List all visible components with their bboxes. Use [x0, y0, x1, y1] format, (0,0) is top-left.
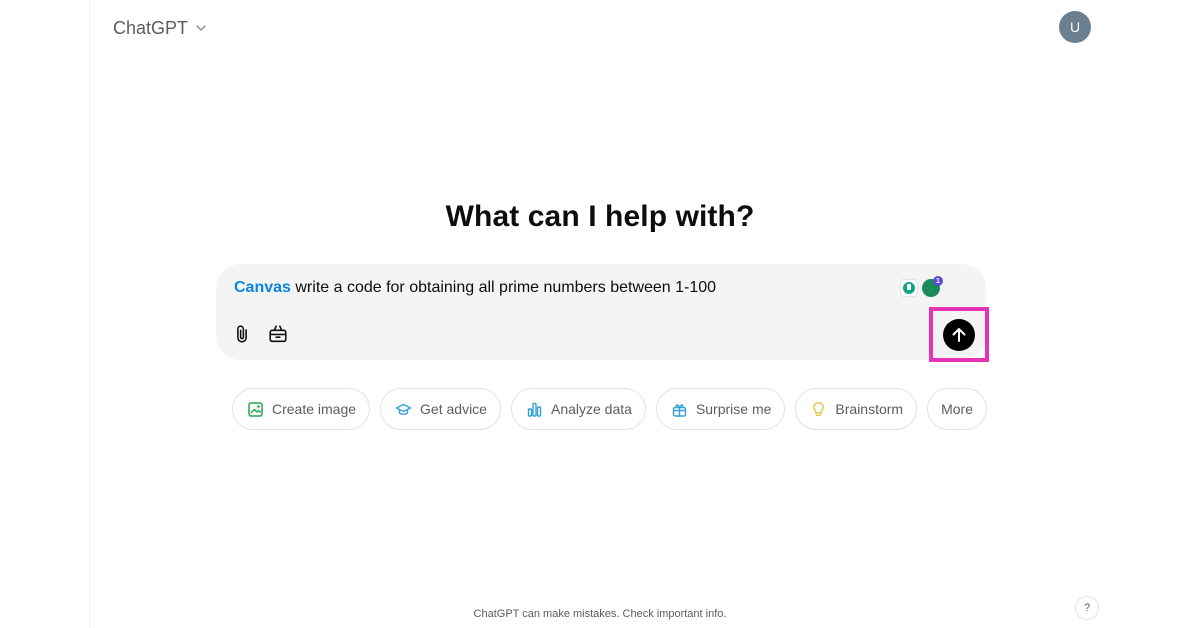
toolbox-icon — [269, 325, 287, 343]
chip-label: Brainstorm — [835, 401, 904, 417]
tools-button[interactable] — [266, 322, 290, 346]
help-button[interactable]: ? — [1075, 596, 1099, 620]
prompt-text: write a code for obtaining all prime num… — [295, 279, 717, 296]
model-selector-label: ChatGPT — [113, 17, 189, 38]
prompt-input[interactable]: Canvas write a code for obtaining all pr… — [234, 279, 716, 297]
chevron-down-icon — [196, 25, 206, 31]
gift-icon — [672, 403, 687, 417]
suggestion-more[interactable]: More — [927, 388, 987, 430]
lightbulb-icon — [813, 401, 825, 416]
suggestion-surprise-me[interactable]: Surprise me — [655, 388, 786, 430]
attach-button[interactable] — [230, 322, 254, 346]
highlight-box — [929, 307, 989, 362]
message-composer[interactable]: Canvas write a code for obtaining all pr… — [216, 264, 986, 360]
model-selector[interactable]: ChatGPT — [113, 14, 208, 42]
suggestion-brainstorm[interactable]: Brainstorm — [795, 388, 918, 430]
graduation-cap-icon — [395, 403, 412, 415]
chip-label: Analyze data — [550, 401, 632, 417]
user-avatar[interactable]: U — [1059, 11, 1091, 43]
suggestion-create-image[interactable]: Create image — [232, 388, 371, 430]
suggestion-get-advice[interactable]: Get advice — [380, 388, 501, 430]
extension-icon[interactable] — [900, 279, 918, 297]
canvas-tool-tag[interactable]: Canvas — [234, 279, 291, 296]
notification-badge: 1 — [933, 276, 943, 286]
sidebar-divider — [89, 0, 90, 628]
arrow-up-icon — [952, 328, 966, 342]
suggestion-analyze-data[interactable]: Analyze data — [510, 388, 646, 430]
browser-extension-icons: 1 — [900, 276, 944, 302]
paperclip-icon — [237, 325, 247, 343]
page-title: What can I help with? — [445, 200, 755, 233]
chip-label: Create image — [272, 401, 357, 417]
chip-label: More — [941, 401, 973, 417]
disclaimer-text: ChatGPT can make mistakes. Check importa… — [473, 608, 727, 620]
chip-label: Surprise me — [695, 401, 772, 417]
bar-chart-icon — [527, 402, 542, 417]
suggestion-chips: Create image Get advice Analyze data Sur… — [232, 388, 987, 430]
chip-label: Get advice — [420, 401, 487, 417]
send-button[interactable] — [943, 319, 975, 351]
image-icon — [248, 401, 263, 417]
